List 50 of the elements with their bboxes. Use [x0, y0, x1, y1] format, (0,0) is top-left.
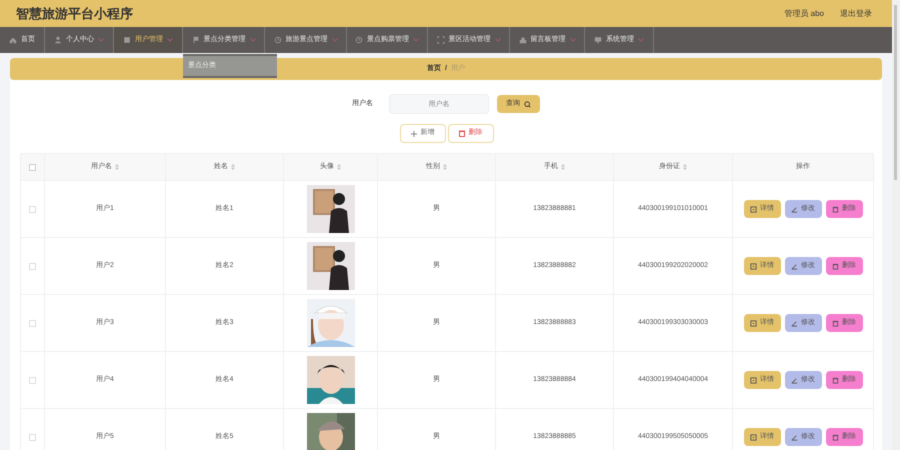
expand-icon [436, 36, 444, 44]
sort-icon [337, 164, 341, 170]
search-icon [524, 100, 531, 108]
trash-icon [458, 130, 464, 137]
flag-icon [192, 36, 200, 44]
sort-icon [443, 164, 447, 170]
caret-icon [638, 38, 644, 42]
pencil-icon [791, 376, 798, 384]
row-checkbox[interactable] [29, 376, 36, 384]
sort-icon [231, 164, 235, 170]
clock-icon [355, 36, 363, 44]
caret-icon [413, 38, 419, 42]
sort-icon [115, 164, 119, 170]
box-icon [518, 36, 526, 44]
screen-icon [594, 36, 602, 44]
caret-icon [250, 38, 256, 42]
caret-icon [332, 38, 338, 42]
sort-icon [561, 164, 565, 170]
scrollbar[interactable] [892, 0, 900, 450]
plus-icon [410, 130, 416, 136]
document-icon [750, 376, 757, 384]
caret-icon [494, 38, 500, 42]
pencil-icon [791, 320, 798, 326]
select-all-checkbox[interactable] [29, 164, 36, 170]
trash-icon [832, 262, 839, 270]
caret-icon [570, 38, 576, 42]
pencil-icon [791, 206, 798, 212]
user-icon [54, 36, 62, 44]
clock-icon [274, 36, 282, 44]
home-icon [9, 36, 17, 44]
trash-icon [832, 206, 839, 212]
row-checkbox[interactable] [29, 206, 36, 212]
document-icon [750, 434, 757, 440]
pencil-icon [791, 262, 798, 270]
pencil-icon [791, 434, 798, 440]
document-icon [750, 262, 757, 270]
logout-link[interactable]: 退出登录 [840, 8, 872, 20]
document-icon [750, 320, 757, 326]
admin-name: 管理员 abo [784, 8, 824, 20]
row-checkbox[interactable] [29, 434, 36, 440]
trash-icon [832, 434, 839, 440]
caret-icon [98, 38, 104, 42]
row-checkbox[interactable] [29, 262, 36, 270]
row-checkbox[interactable] [29, 320, 36, 326]
trash-icon [832, 376, 839, 384]
sort-icon [683, 164, 687, 170]
document-icon [750, 206, 757, 212]
caret-icon [167, 38, 173, 42]
app-title: 智慧旅游平台小程序 [16, 4, 133, 23]
trash-icon [832, 320, 839, 326]
